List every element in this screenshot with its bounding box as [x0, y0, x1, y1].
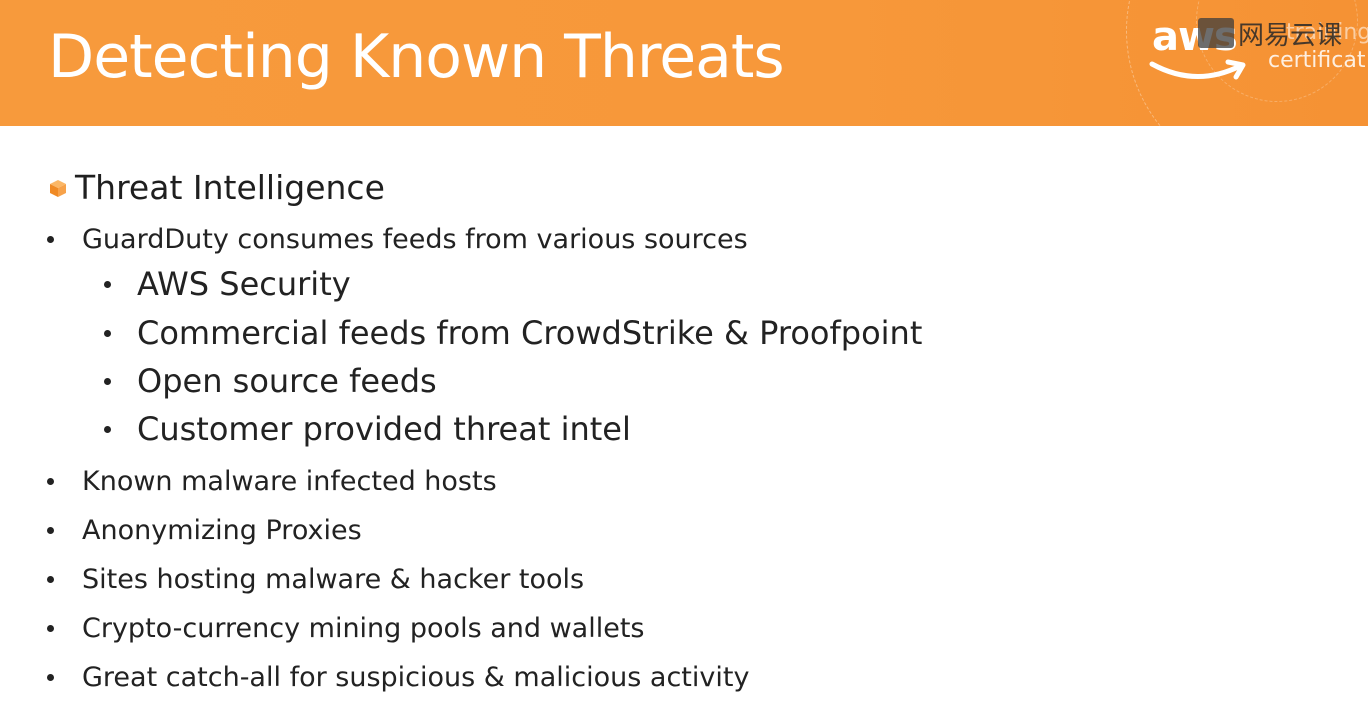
bullet-icon [104, 280, 111, 288]
brand-subtitle: certificat [1268, 48, 1366, 73]
section-heading: Threat Intelligence [48, 168, 385, 207]
slide-title: Detecting Known Threats [48, 22, 785, 92]
title-bar: Detecting Known Threats training aws cer… [0, 0, 1368, 126]
bullet-icon [47, 674, 54, 681]
list-item-text: Anonymizing Proxies [82, 515, 362, 546]
sub-list-item: Open source feeds [104, 362, 437, 400]
sub-list-item-text: AWS Security [137, 265, 351, 303]
bullet-icon [47, 478, 54, 485]
sub-list-item: Commercial feeds from CrowdStrike & Proo… [104, 314, 922, 352]
bullet-icon [47, 236, 54, 243]
sub-list-item-text: Customer provided threat intel [137, 410, 631, 448]
list-item-text: Known malware infected hosts [82, 466, 497, 497]
list-item: Crypto-currency mining pools and wallets [47, 613, 645, 644]
sub-list-item: AWS Security [104, 265, 351, 303]
cube-icon [50, 179, 66, 197]
watermark-logo-icon [1198, 18, 1234, 48]
list-item: Known malware infected hosts [47, 466, 497, 497]
sub-list-item: Customer provided threat intel [104, 410, 631, 448]
list-item: Sites hosting malware & hacker tools [47, 564, 584, 595]
bullet-icon [104, 377, 111, 385]
sub-list-item-text: Open source feeds [137, 362, 437, 400]
list-item-text: Great catch-all for suspicious & malicio… [82, 662, 750, 693]
list-item: GuardDuty consumes feeds from various so… [47, 224, 748, 255]
bullet-icon [104, 329, 111, 337]
list-item-text: Crypto-currency mining pools and wallets [82, 613, 645, 644]
aws-smile-icon [1149, 59, 1246, 80]
slide: Detecting Known Threats training aws cer… [0, 0, 1368, 714]
aws-brand: training aws certificat 网易云课 [1148, 14, 1368, 94]
list-item-text: GuardDuty consumes feeds from various so… [82, 224, 748, 255]
bullet-icon [47, 576, 54, 583]
watermark-text: 网易云课 [1238, 20, 1343, 51]
sub-list-item-text: Commercial feeds from CrowdStrike & Proo… [137, 314, 923, 352]
slide-content: Threat Intelligence GuardDuty consumes f… [0, 126, 1368, 714]
bullet-icon [47, 527, 54, 534]
watermark: 网易云课 [1198, 16, 1343, 51]
list-item: Great catch-all for suspicious & malicio… [47, 662, 749, 693]
bullet-icon [47, 625, 54, 632]
list-item-text: Sites hosting malware & hacker tools [82, 564, 585, 595]
bullet-icon [104, 425, 111, 433]
section-heading-text: Threat Intelligence [75, 168, 385, 207]
list-item: Anonymizing Proxies [47, 515, 362, 546]
